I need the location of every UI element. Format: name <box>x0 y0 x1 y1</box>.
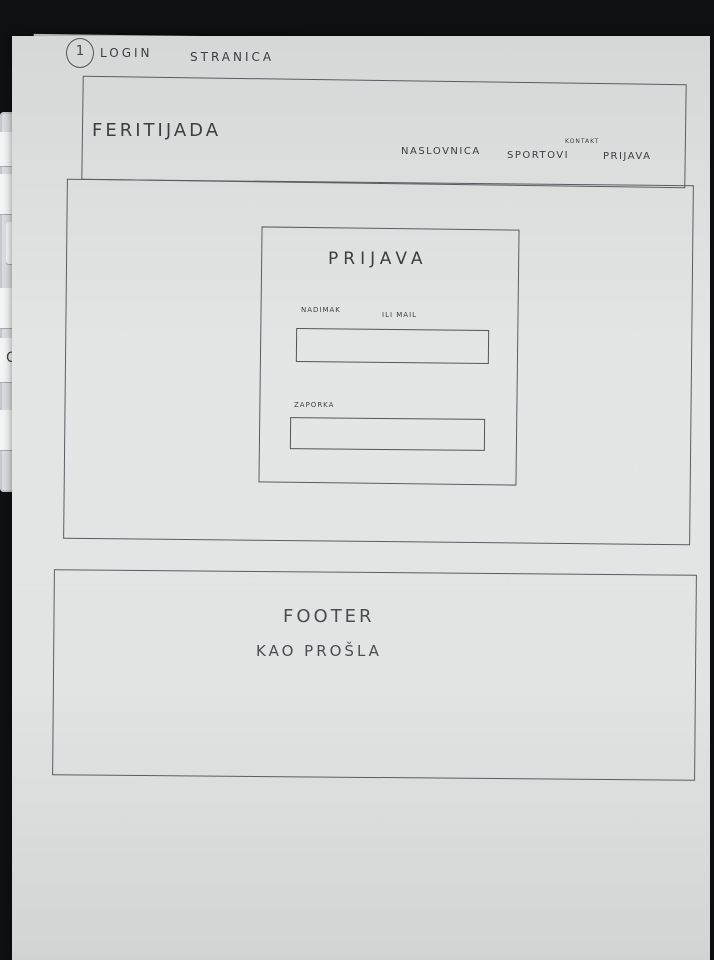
username-field[interactable] <box>295 327 490 365</box>
footer-note: KAO PROŠLA <box>256 642 382 660</box>
username-label-suffix: ILI MAIL <box>382 311 418 319</box>
site-logo[interactable]: FERITIJADA <box>92 120 221 141</box>
username-label: NADIMAK <box>301 306 341 314</box>
nav-item-prijava[interactable]: PRIJAVA <box>603 151 651 162</box>
page-label-stranica: STRANICA <box>190 50 275 64</box>
nav-item-naslovnica[interactable]: NASLOVNICA <box>401 146 481 157</box>
password-label: ZAPORKA <box>294 401 335 409</box>
footer-box <box>52 569 697 781</box>
page-label: LOGIN <box>100 46 153 60</box>
password-field[interactable] <box>289 417 486 451</box>
login-title: PRIJAVA <box>328 249 428 269</box>
footer-title: FOOTER <box>283 606 375 627</box>
nav-item-kontakt[interactable]: KONTAKT <box>565 138 599 145</box>
photo-stage: c R C 1 LOGIN STRANICA FERITIJADA NASLOV… <box>0 0 714 960</box>
page-number-circle: 1 <box>66 38 94 68</box>
nav-item-sportovi[interactable]: SPORTOVI <box>507 150 569 161</box>
